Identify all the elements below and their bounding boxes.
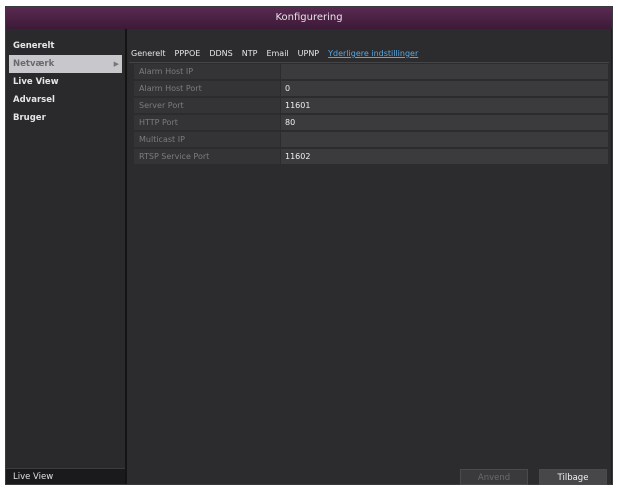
- form-row-http-port: HTTP Port 80: [134, 115, 608, 130]
- sidebar-item-label: Advarsel: [13, 95, 55, 105]
- server-port-field[interactable]: 11601: [281, 98, 608, 113]
- form-row-server-port: Server Port 11601: [134, 98, 608, 113]
- back-button[interactable]: Tilbage: [539, 469, 607, 485]
- http-port-field[interactable]: 80: [281, 115, 608, 130]
- alarm-host-port-field[interactable]: 0: [281, 81, 608, 96]
- form-row-multicast-ip: Multicast IP: [134, 132, 608, 147]
- sidebar-item-generelt[interactable]: Generelt: [6, 37, 125, 55]
- tab-ntp[interactable]: NTP: [242, 47, 258, 61]
- sidebar-item-label: Live View: [13, 77, 59, 87]
- field-label: Alarm Host IP: [134, 64, 280, 79]
- rtsp-service-port-field[interactable]: 11602: [281, 149, 608, 164]
- field-label: HTTP Port: [134, 115, 280, 130]
- settings-form: Alarm Host IP Alarm Host Port 0 Server P…: [134, 64, 608, 166]
- field-label: Multicast IP: [134, 132, 280, 147]
- tab-ddns[interactable]: DDNS: [209, 47, 232, 61]
- sidebar-item-label: Bruger: [13, 113, 46, 123]
- config-window: Konfigurering Generelt Netværk ▶ Live Vi…: [5, 6, 613, 485]
- sidebar: Generelt Netværk ▶ Live View Advarsel Br…: [6, 29, 127, 484]
- tab-upnp[interactable]: UPNP: [298, 47, 320, 61]
- tab-generelt[interactable]: Generelt: [131, 47, 166, 61]
- multicast-ip-field[interactable]: [281, 132, 608, 147]
- sidebar-item-label: Netværk: [13, 59, 55, 69]
- chevron-right-icon: ▶: [113, 60, 119, 68]
- sidebar-item-live-view[interactable]: Live View: [6, 73, 125, 91]
- apply-button[interactable]: Anvend: [460, 469, 528, 485]
- field-label: Alarm Host Port: [134, 81, 280, 96]
- sidebar-item-bruger[interactable]: Bruger: [6, 109, 125, 127]
- tab-divider: [129, 62, 609, 63]
- alarm-host-ip-field[interactable]: [281, 64, 608, 79]
- live-view-button[interactable]: Live View: [6, 468, 125, 484]
- window-title: Konfigurering: [6, 7, 612, 29]
- sidebar-item-advarsel[interactable]: Advarsel: [6, 91, 125, 109]
- form-row-rtsp-service-port: RTSP Service Port 11602: [134, 149, 608, 164]
- tab-bar: Generelt PPPOE DDNS NTP Email UPNP Yderl…: [131, 47, 427, 61]
- field-label: Server Port: [134, 98, 280, 113]
- tab-email[interactable]: Email: [266, 47, 288, 61]
- tab-pppoe[interactable]: PPPOE: [175, 47, 201, 61]
- form-row-alarm-host-port: Alarm Host Port 0: [134, 81, 608, 96]
- sidebar-item-label: Generelt: [13, 41, 55, 51]
- sidebar-item-netvaerk[interactable]: Netværk ▶: [9, 55, 122, 73]
- main-panel: Generelt PPPOE DDNS NTP Email UPNP Yderl…: [127, 29, 611, 485]
- tab-advanced-settings[interactable]: Yderligere indstillinger: [328, 47, 418, 61]
- field-label: RTSP Service Port: [134, 149, 280, 164]
- form-row-alarm-host-ip: Alarm Host IP: [134, 64, 608, 79]
